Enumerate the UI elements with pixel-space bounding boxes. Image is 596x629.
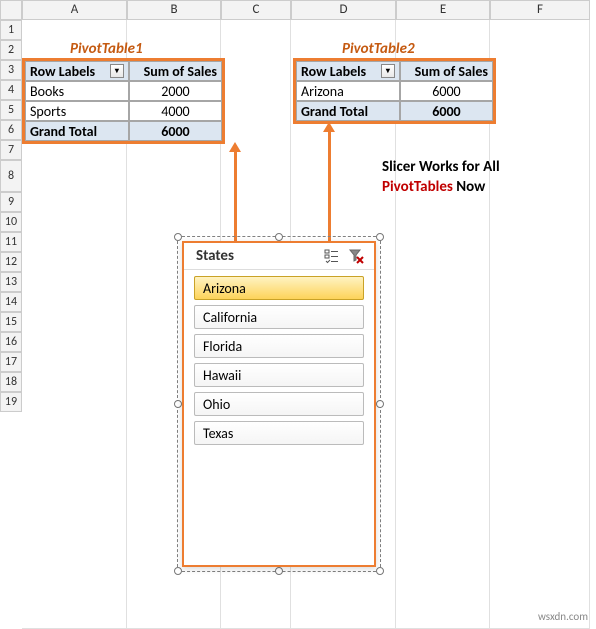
row-header-3[interactable]: 3 xyxy=(0,60,22,80)
resize-handle-e[interactable] xyxy=(376,400,384,408)
pivot2-rowlabels-text: Row Labels xyxy=(301,63,366,80)
resize-handle-se[interactable] xyxy=(376,567,384,575)
row-header-1[interactable]: 1 xyxy=(0,20,22,40)
row-headers: 1 2 3 4 5 6 7 8 9 10 11 12 13 14 15 16 1… xyxy=(0,20,22,412)
callout-text: Slicer Works for All PivotTables Now xyxy=(382,158,562,197)
row-header-15[interactable]: 15 xyxy=(0,312,22,332)
pivot1-val-sports[interactable]: 4000 xyxy=(129,101,222,121)
col-header-a[interactable]: A xyxy=(22,0,127,20)
pivot1-grandtotal-value[interactable]: 6000 xyxy=(129,121,222,141)
pivot2-filter-dropdown-icon[interactable]: ▾ xyxy=(381,64,395,78)
arrow-to-pivot1 xyxy=(234,150,237,245)
row-header-18[interactable]: 18 xyxy=(0,372,22,392)
select-all-corner[interactable] xyxy=(0,0,22,20)
pivot1-val-books[interactable]: 2000 xyxy=(129,81,222,101)
pivot2-rowlabels-header[interactable]: Row Labels ▾ xyxy=(296,61,400,81)
col-header-c[interactable]: C xyxy=(221,0,291,20)
pivottable1[interactable]: Row Labels ▾ Sum of Sales Books 2000 Spo… xyxy=(22,58,225,144)
row-header-11[interactable]: 11 xyxy=(0,232,22,252)
row-header-4[interactable]: 4 xyxy=(0,80,22,100)
row-header-2[interactable]: 2 xyxy=(0,40,22,60)
row-header-7[interactable]: 7 xyxy=(0,140,22,160)
watermark: wsxdn.com xyxy=(538,610,588,623)
pivot1-title: PivotTable1 xyxy=(70,40,143,58)
row-header-14[interactable]: 14 xyxy=(0,292,22,312)
col-header-d[interactable]: D xyxy=(291,0,396,20)
row-header-6[interactable]: 6 xyxy=(0,120,22,140)
row-header-8[interactable]: 8 xyxy=(0,160,22,192)
col-header-b[interactable]: B xyxy=(127,0,221,20)
col-header-f[interactable]: F xyxy=(490,0,590,20)
resize-handle-nw[interactable] xyxy=(174,233,182,241)
pivot2-row-arizona[interactable]: Arizona xyxy=(296,81,400,101)
slicer-header[interactable]: States xyxy=(184,243,374,270)
pivot1-row-sports[interactable]: Sports xyxy=(25,101,129,121)
slicer-item-hawaii[interactable]: Hawaii xyxy=(194,363,364,387)
pivot2-grandtotal-label[interactable]: Grand Total xyxy=(296,101,400,121)
pivot1-rowlabels-text: Row Labels xyxy=(30,63,95,80)
callout-line1: Slicer Works for All xyxy=(382,158,500,176)
row-header-12[interactable]: 12 xyxy=(0,252,22,272)
pivot1-rowlabels-header[interactable]: Row Labels ▾ xyxy=(25,61,129,81)
pivot1-sum-header: Sum of Sales xyxy=(129,61,222,81)
callout-now: Now xyxy=(453,178,485,196)
row-header-17[interactable]: 17 xyxy=(0,352,22,372)
pivottable2[interactable]: Row Labels ▾ Sum of Sales Arizona 6000 G… xyxy=(293,58,496,124)
row-header-13[interactable]: 13 xyxy=(0,272,22,292)
resize-handle-sw[interactable] xyxy=(174,567,182,575)
pivot2-val-arizona[interactable]: 6000 xyxy=(400,81,493,101)
resize-handle-s[interactable] xyxy=(275,567,283,575)
slicer-item-florida[interactable]: Florida xyxy=(194,334,364,358)
resize-handle-n[interactable] xyxy=(275,233,283,241)
row-header-10[interactable]: 10 xyxy=(0,212,22,232)
pivot2-title: PivotTable2 xyxy=(342,40,415,58)
resize-handle-ne[interactable] xyxy=(376,233,384,241)
row-header-9[interactable]: 9 xyxy=(0,192,22,212)
slicer-item-texas[interactable]: Texas xyxy=(194,421,364,445)
pivot2-sum-header: Sum of Sales xyxy=(400,61,493,81)
slicer-states[interactable]: States Arizona California Florida Hawaii… xyxy=(182,241,376,567)
slicer-item-arizona[interactable]: Arizona xyxy=(194,276,364,300)
callout-pivottables: PivotTables xyxy=(382,178,453,196)
row-header-5[interactable]: 5 xyxy=(0,100,22,120)
resize-handle-w[interactable] xyxy=(174,400,182,408)
pivot1-grandtotal-label[interactable]: Grand Total xyxy=(25,121,129,141)
pivot1-row-books[interactable]: Books xyxy=(25,81,129,101)
row-header-19[interactable]: 19 xyxy=(0,392,22,412)
slicer-title: States xyxy=(196,247,234,265)
slicer-item-california[interactable]: California xyxy=(194,305,364,329)
pivot1-filter-dropdown-icon[interactable]: ▾ xyxy=(110,64,124,78)
col-header-e[interactable]: E xyxy=(396,0,490,20)
slicer-item-ohio[interactable]: Ohio xyxy=(194,392,364,416)
slicer-items: Arizona California Florida Hawaii Ohio T… xyxy=(184,270,374,456)
pivot2-grandtotal-value[interactable]: 6000 xyxy=(400,101,493,121)
row-header-16[interactable]: 16 xyxy=(0,332,22,352)
multiselect-icon[interactable] xyxy=(324,248,340,264)
arrow-to-pivot2 xyxy=(328,130,331,245)
clear-filter-icon[interactable] xyxy=(348,248,364,264)
column-headers: A B C D E F xyxy=(22,0,590,20)
